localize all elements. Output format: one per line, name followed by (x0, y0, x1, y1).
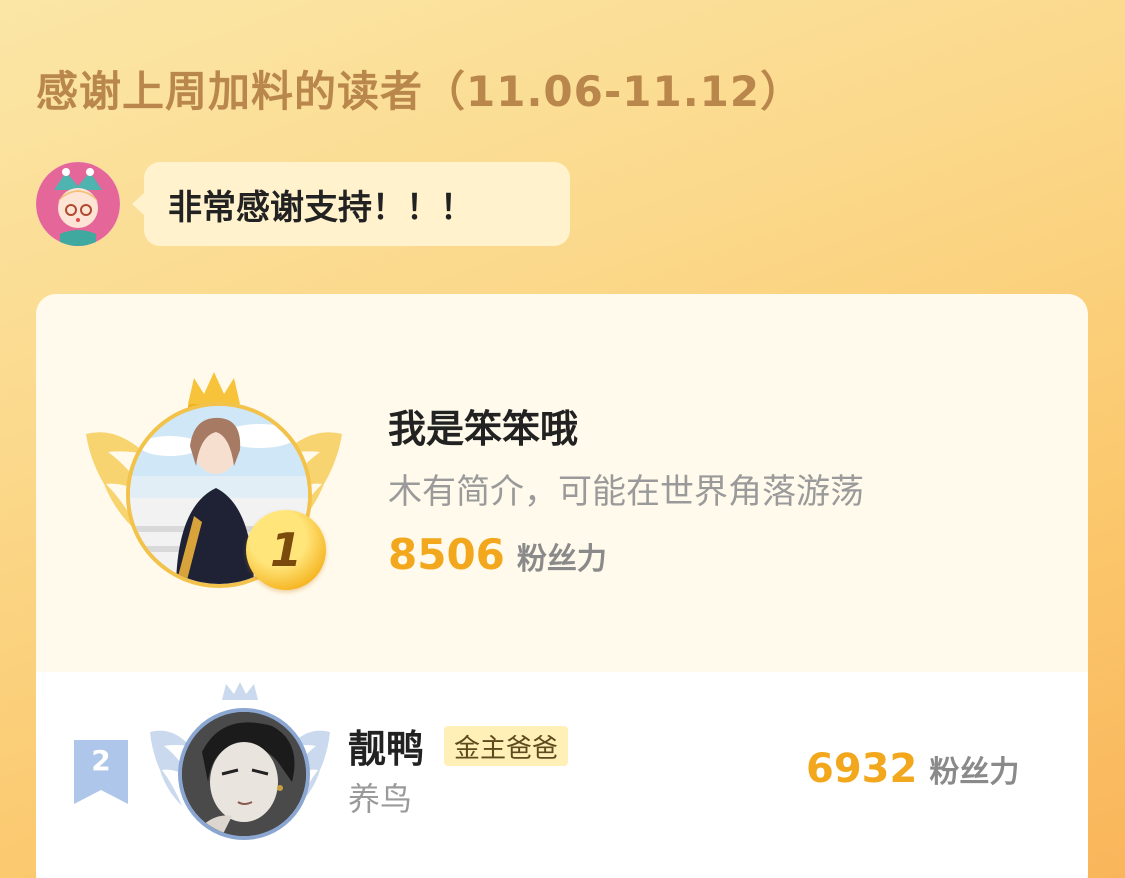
second-user-name[interactable]: 靓鸭 (348, 718, 424, 773)
author-avatar[interactable] (36, 162, 120, 246)
rank-number: 2 (91, 744, 111, 777)
score-unit: 粉丝力 (929, 755, 1020, 790)
rank-second-entry[interactable]: 2 靓鸭 金主爸爸 养鸟 6932 粉丝力 (36, 672, 1088, 878)
crown-icon (222, 682, 258, 700)
first-user-bio: 木有简介，可能在世界角落游荡 (388, 472, 864, 512)
author-avatar-image (36, 162, 120, 246)
message-bubble: 非常感谢支持！！！ (132, 162, 570, 246)
second-user-bio: 养鸟 (348, 780, 413, 818)
first-user-score: 8506 粉丝力 (388, 530, 607, 579)
second-user-avatar-image (182, 712, 306, 836)
second-user-avatar[interactable] (178, 708, 310, 840)
score-unit: 粉丝力 (516, 542, 607, 577)
sponsor-tag: 金主爸爸 (444, 726, 569, 766)
ranking-card: 1 我是笨笨哦 木有简介，可能在世界角落游荡 8506 粉丝力 2 靓鸭 金主爸… (36, 294, 1088, 878)
rank-first-entry[interactable]: 1 我是笨笨哦 木有简介，可能在世界角落游荡 8506 粉丝力 (36, 294, 1088, 672)
first-user-name[interactable]: 我是笨笨哦 (388, 398, 578, 453)
medal-icon: 1 (246, 510, 326, 590)
score-value: 6932 (806, 746, 918, 792)
score-value: 8506 (388, 530, 505, 579)
message-text: 非常感谢支持！！！ (168, 187, 474, 228)
second-user-score: 6932 粉丝力 (806, 746, 1019, 792)
page-title: 感谢上周加料的读者（11.06-11.12） (36, 67, 804, 116)
